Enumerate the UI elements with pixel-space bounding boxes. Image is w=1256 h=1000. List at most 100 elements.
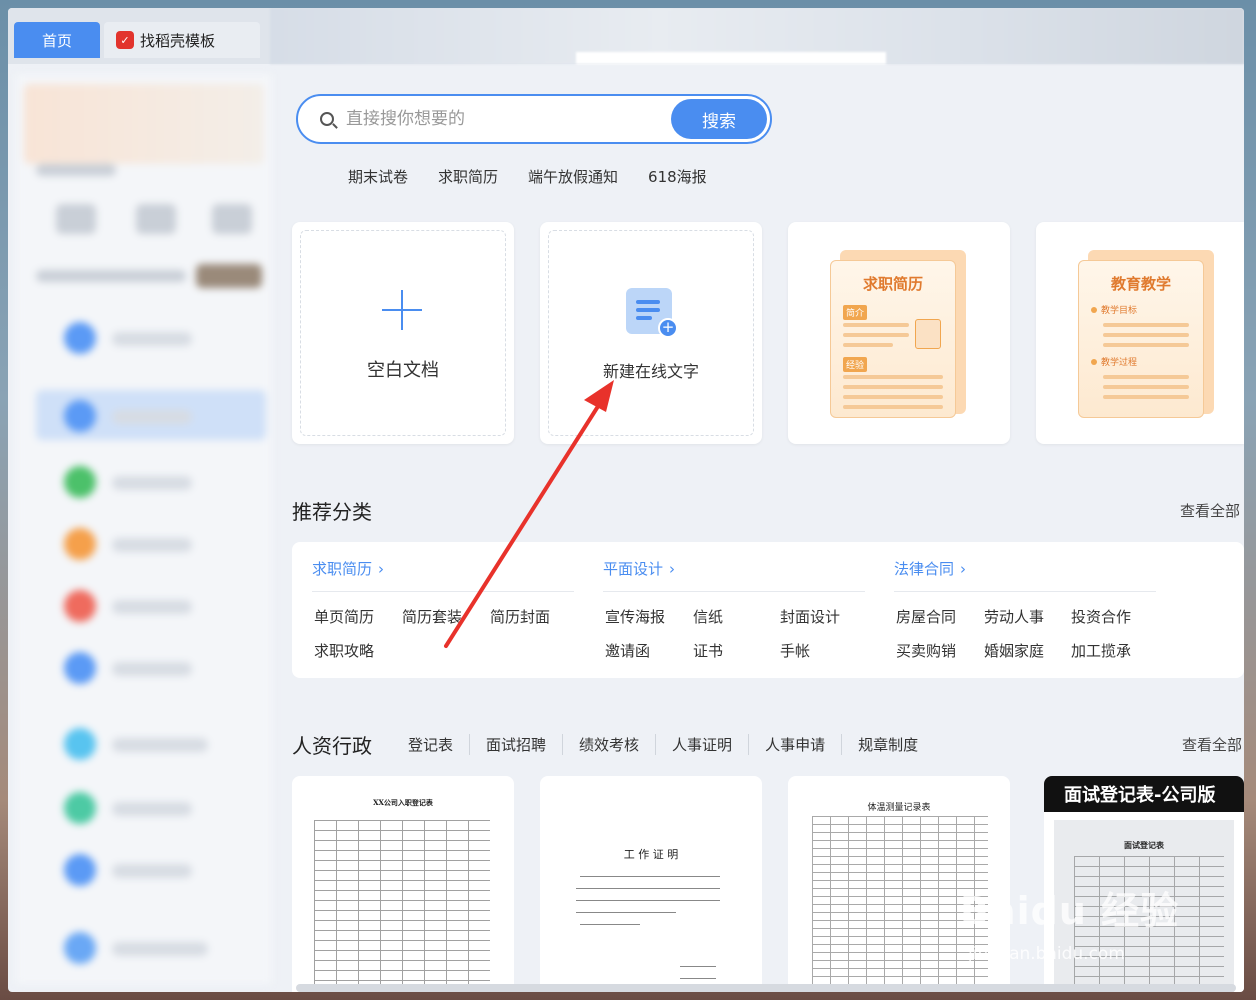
doc-title: XX公司入职登记表 <box>373 798 433 807</box>
hr-tab[interactable]: 面试招聘 <box>469 734 562 755</box>
hr-tab[interactable]: 人事证明 <box>655 734 748 755</box>
category-item[interactable]: 邀请函 <box>605 640 650 661</box>
search-button[interactable]: 搜索 <box>671 99 767 139</box>
tab-home[interactable]: 首页 <box>14 22 100 58</box>
hr-tab[interactable]: 绩效考核 <box>562 734 655 755</box>
category-head-design[interactable]: 平面设计 › <box>603 558 865 592</box>
blank-document-card[interactable]: 空白文档 <box>292 222 514 444</box>
education-template-card[interactable]: 教育教学 教学目标 教学过程 <box>1036 222 1244 444</box>
sidebar-dot-cyan <box>64 728 96 760</box>
category-item[interactable]: 加工揽承 <box>1071 640 1131 661</box>
sidebar-dot-blue <box>64 400 96 432</box>
sidebar-dot-red <box>64 590 96 622</box>
sidebar-bar <box>112 802 192 816</box>
doc-title: 工 作 证 明 <box>623 848 679 861</box>
doc-card-onboarding-form[interactable]: XX公司入职登记表 <box>292 776 514 992</box>
hr-tab[interactable]: 登记表 <box>408 734 469 755</box>
recommend-see-all-link[interactable]: 查看全部 <box>1180 500 1240 521</box>
sidebar-bar <box>112 662 192 676</box>
baidu-watermark-url: jingyan.baidu.com <box>968 944 1125 964</box>
category-item[interactable]: 房屋合同 <box>896 606 956 627</box>
hot-tag[interactable]: 端午放假通知 <box>528 166 618 187</box>
education-sub-process: 教学过程 <box>1101 358 1138 368</box>
hr-section-title: 人资行政 <box>292 734 372 758</box>
search-box[interactable]: 搜索 <box>296 94 772 144</box>
hot-tag[interactable]: 求职简历 <box>438 166 498 187</box>
education-paper-illustration: 教育教学 教学目标 教学过程 <box>1078 260 1204 418</box>
blank-document-label: 空白文档 <box>367 360 439 381</box>
new-online-doc-label: 新建在线文字 <box>602 362 699 381</box>
baidu-watermark: Baidu 经验 <box>960 889 1180 933</box>
category-item[interactable]: 婚姻家庭 <box>984 640 1044 661</box>
sidebar-dot-blue <box>64 322 96 354</box>
sidebar-bar <box>112 410 192 424</box>
category-item[interactable]: 信纸 <box>693 606 723 627</box>
category-item[interactable]: 买卖购销 <box>896 640 956 661</box>
education-sub-goal: 教学目标 <box>1101 306 1138 316</box>
sidebar-bar <box>112 600 192 614</box>
docer-logo-icon: ✓ <box>116 31 134 49</box>
sidebar-dot-blue <box>64 932 96 964</box>
category-item[interactable]: 求职攻略 <box>314 640 374 661</box>
hot-tag[interactable]: 期末试卷 <box>348 166 408 187</box>
hr-tab[interactable]: 人事申请 <box>748 734 841 755</box>
education-card-title: 教育教学 <box>1110 275 1171 293</box>
sidebar-user-card <box>24 84 264 164</box>
search-input[interactable] <box>346 109 646 129</box>
category-item[interactable]: 简历封面 <box>490 606 550 627</box>
sidebar-dot-orange <box>64 528 96 560</box>
chevron-right-icon: › <box>669 560 676 578</box>
active-tab-indicator <box>576 52 886 64</box>
sidebar-bar <box>112 332 192 346</box>
category-panel: 求职简历 › 单页简历 简历套装 简历封面 求职攻略 平面设计 › 宣传海报 信纸 … <box>292 542 1244 678</box>
plus-icon <box>382 290 422 330</box>
sidebar-placeholder-icon <box>56 204 96 234</box>
category-item[interactable]: 证书 <box>693 640 723 661</box>
resume-template-card[interactable]: 求职简历 简介 经验 <box>788 222 1010 444</box>
category-item[interactable]: 单页简历 <box>314 606 374 627</box>
resume-tag-intro: 简介 <box>843 305 868 320</box>
hr-tab[interactable]: 规章制度 <box>841 734 934 755</box>
category-item[interactable]: 劳动人事 <box>984 606 1044 627</box>
card-dashed-border <box>300 230 506 436</box>
doc-table-preview <box>314 820 490 992</box>
resume-card-title: 求职简历 <box>862 275 923 293</box>
hot-search-tags: 期末试卷 求职简历 端午放假通知 618海报 <box>348 166 707 187</box>
sidebar-bar <box>112 738 208 752</box>
sidebar-blurred <box>16 74 272 984</box>
doc-title: 体温测量记录表 <box>867 803 931 813</box>
tab-template-label: 找稻壳模板 <box>140 31 216 50</box>
sidebar-bar <box>112 864 192 878</box>
category-item[interactable]: 宣传海报 <box>605 606 665 627</box>
sidebar-placeholder-icon <box>212 204 252 234</box>
app-window: 首页 ✓ 找稻壳模板 直接搜你想要的 搜索 期末试卷 求职简历 端午放假通知 6… <box>8 8 1244 992</box>
tab-template[interactable]: ✓ 找稻壳模板 <box>104 22 260 58</box>
tab-bar: 首页 ✓ 找稻壳模板 <box>8 8 1244 64</box>
sidebar-placeholder-button <box>196 264 262 288</box>
sidebar-placeholder-line <box>36 164 116 176</box>
sidebar-bar <box>112 538 192 552</box>
category-head-resume[interactable]: 求职简历 › <box>312 558 574 592</box>
online-doc-icon: + <box>626 288 678 338</box>
sidebar-bar <box>112 476 192 490</box>
hot-tag[interactable]: 618海报 <box>648 166 707 187</box>
hr-see-all-link[interactable]: 查看全部 <box>1182 734 1242 755</box>
category-item[interactable]: 投资合作 <box>1071 606 1131 627</box>
blurred-tabs-area <box>270 8 1244 64</box>
resume-paper-illustration: 求职简历 简介 经验 <box>830 260 956 418</box>
chevron-right-icon: › <box>960 560 967 578</box>
new-online-doc-card[interactable]: + 新建在线文字 <box>540 222 762 444</box>
sidebar-dot-blue <box>64 854 96 886</box>
category-item[interactable]: 手帐 <box>780 640 810 661</box>
avatar-icon <box>915 319 941 349</box>
recommend-section-title: 推荐分类 <box>292 500 372 524</box>
chevron-right-icon: › <box>378 560 385 578</box>
category-item[interactable]: 封面设计 <box>780 606 840 627</box>
main-content: 搜索 期末试卷 求职简历 端午放假通知 618海报 空白文档 + 新建在线文字 <box>278 64 1244 992</box>
doc-card-work-certificate[interactable]: 工 作 证 明 <box>540 776 762 992</box>
horizontal-scrollbar[interactable] <box>296 984 1236 992</box>
sidebar-dot-blue <box>64 652 96 684</box>
category-item[interactable]: 简历套装 <box>402 606 462 627</box>
category-head-legal[interactable]: 法律合同 › <box>894 558 1156 592</box>
sidebar-bar <box>112 942 208 956</box>
